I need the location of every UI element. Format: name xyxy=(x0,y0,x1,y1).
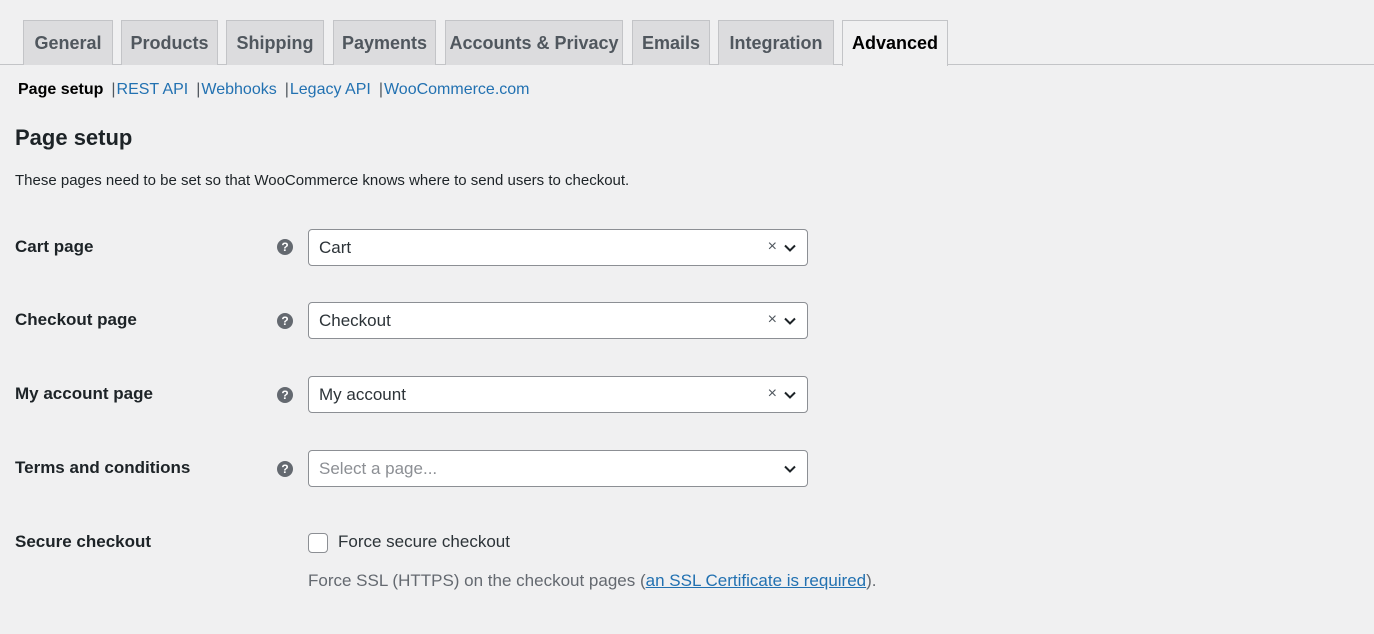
subnav-page-setup[interactable]: Page setup xyxy=(18,81,103,99)
tab-general[interactable]: General xyxy=(23,20,113,65)
chevron-down-icon xyxy=(784,465,796,473)
checkout-page-select[interactable]: Checkout × xyxy=(308,302,808,339)
chevron-down-icon xyxy=(784,244,796,252)
cart-page-select[interactable]: Cart × xyxy=(308,229,808,266)
help-icon[interactable]: ? xyxy=(277,313,293,329)
subnav-separator: | xyxy=(378,81,383,98)
ssl-note: Force SSL (HTTPS) on the checkout pages … xyxy=(308,571,877,591)
ssl-certificate-link[interactable]: an SSL Certificate is required xyxy=(646,571,866,590)
section-subnav: Page setup | REST API | Webhooks | Legac… xyxy=(18,79,530,101)
tab-advanced[interactable]: Advanced xyxy=(842,20,948,66)
section-description: These pages need to be set so that WooCo… xyxy=(15,172,630,189)
clear-icon[interactable]: × xyxy=(768,238,777,256)
subnav-separator: | xyxy=(196,81,201,98)
help-icon[interactable]: ? xyxy=(277,387,293,403)
help-icon[interactable]: ? xyxy=(277,461,293,477)
subnav-legacy-api[interactable]: Legacy API xyxy=(290,81,371,99)
checkout-page-value: Checkout xyxy=(319,310,391,330)
force-secure-checkout-checkbox[interactable] xyxy=(308,533,328,553)
terms-page-select[interactable]: Select a page... xyxy=(308,450,808,487)
subnav-rest-api[interactable]: REST API xyxy=(117,81,189,99)
terms-page-placeholder: Select a page... xyxy=(319,458,438,478)
tab-emails[interactable]: Emails xyxy=(632,20,710,65)
tab-accounts-privacy[interactable]: Accounts & Privacy xyxy=(445,20,623,65)
my-account-page-label: My account page xyxy=(15,384,153,403)
subnav-separator: | xyxy=(111,81,116,98)
my-account-page-select[interactable]: My account × xyxy=(308,376,808,413)
help-icon[interactable]: ? xyxy=(277,239,293,255)
force-secure-checkout-label[interactable]: Force secure checkout xyxy=(338,532,510,552)
secure-checkout-label: Secure checkout xyxy=(15,532,152,551)
cart-page-label: Cart page xyxy=(15,237,94,256)
tab-payments[interactable]: Payments xyxy=(333,20,436,65)
terms-page-label: Terms and conditions xyxy=(15,458,191,477)
chevron-down-icon xyxy=(784,317,796,325)
subnav-woocommerce-com[interactable]: WooCommerce.com xyxy=(384,81,530,99)
chevron-down-icon xyxy=(784,391,796,399)
my-account-page-value: My account xyxy=(319,384,406,404)
tab-integration[interactable]: Integration xyxy=(718,20,834,65)
tab-products[interactable]: Products xyxy=(121,20,218,65)
checkout-page-label: Checkout page xyxy=(15,310,137,329)
ssl-note-end: ). xyxy=(866,571,877,590)
ssl-note-text: Force SSL (HTTPS) on the checkout pages … xyxy=(308,571,646,590)
settings-tabs: General Products Shipping Payments Accou… xyxy=(0,0,1374,66)
tab-shipping[interactable]: Shipping xyxy=(226,20,324,65)
page-title: Page setup xyxy=(15,125,133,150)
clear-icon[interactable]: × xyxy=(768,311,777,329)
subnav-separator: | xyxy=(284,81,289,98)
clear-icon[interactable]: × xyxy=(768,385,777,403)
cart-page-value: Cart xyxy=(319,237,352,257)
subnav-webhooks[interactable]: Webhooks xyxy=(201,81,276,99)
